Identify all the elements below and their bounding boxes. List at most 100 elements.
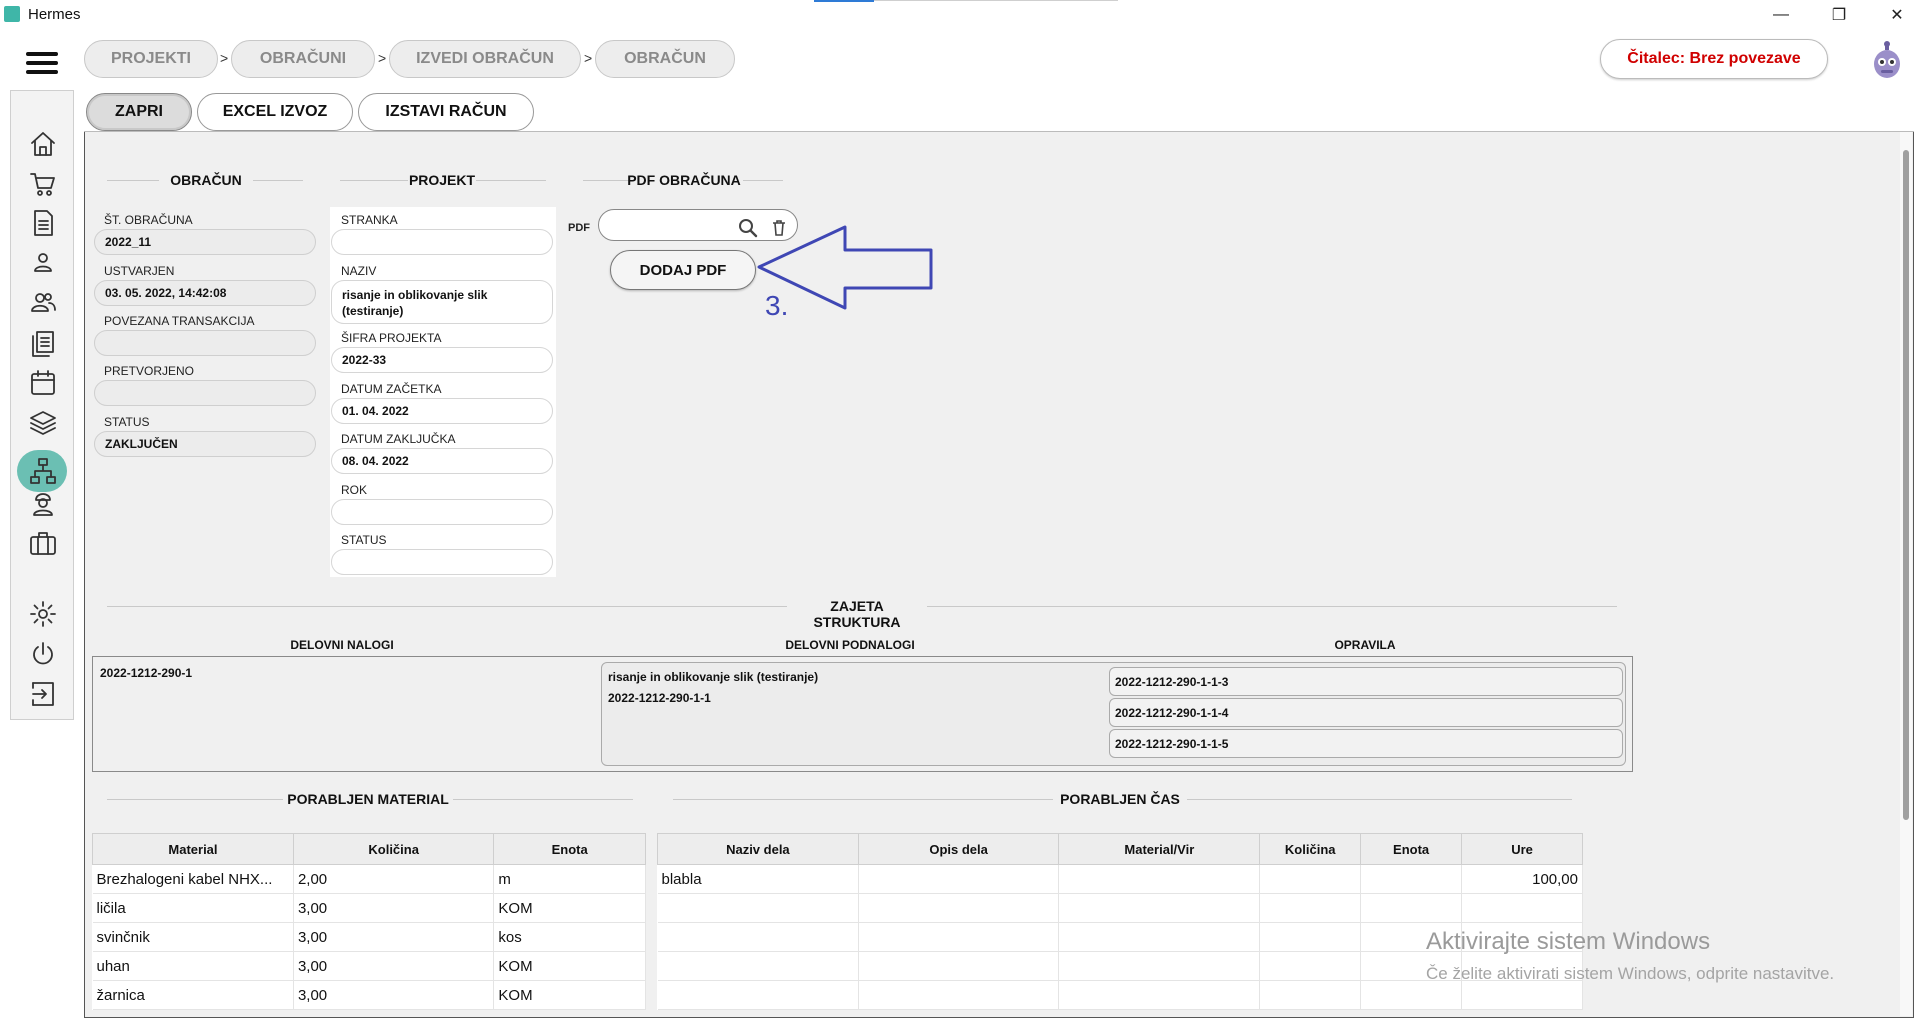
column-header-podnalogi: DELOVNI PODNALOGI [785,638,915,652]
section-divider [107,799,283,800]
users-icon[interactable] [28,288,58,318]
projekt-section-title: PROJEKT [408,172,476,188]
client-field[interactable] [331,229,553,255]
user-icon[interactable] [28,248,58,278]
sub-order-id: 2022-1212-290-1-1 [608,691,711,705]
reader-status-button[interactable]: Čitalec: Brez povezave [1600,39,1828,79]
project-status-field[interactable] [331,549,553,575]
table-row[interactable]: žarnica 3,00 KOM [92,980,646,1010]
issue-invoice-button[interactable]: IZSTAVI RAČUN [358,93,534,131]
end-date-field[interactable]: 08. 04. 2022 [331,448,553,474]
breadcrumb-separator: > [220,50,229,66]
column-header[interactable]: Enota [493,833,646,865]
gear-icon[interactable] [28,599,58,629]
table-cell: blabla [657,864,859,894]
sidebar [10,90,74,720]
table-cell: m [493,864,646,894]
column-header[interactable]: Enota [1360,833,1463,865]
table-cell [657,951,859,981]
annotation-step-label: 3. [765,290,789,321]
document-icon[interactable] [28,208,58,238]
table-cell: 3,00 [293,922,495,952]
calendar-icon[interactable] [28,368,58,398]
add-pdf-button[interactable]: DODAJ PDF [610,250,756,290]
table-cell: ličila [92,893,294,923]
deadline-field[interactable] [331,499,553,525]
status-field[interactable]: ZAKLJUČEN [94,431,316,457]
excel-export-button[interactable]: EXCEL IZVOZ [197,93,353,131]
breadcrumb-obracun[interactable]: OBRAČUN [595,40,735,78]
minimize-button[interactable]: — [1758,0,1804,30]
table-cell: 100,00 [1461,864,1583,894]
section-divider [476,180,546,181]
column-header[interactable]: Opis dela [857,833,1060,865]
activation-watermark-title: Aktivirajte sistem Windows [1426,928,1711,955]
table-cell [1259,951,1362,981]
briefcase-icon[interactable] [28,528,58,558]
table-cell [1058,893,1261,923]
section-divider [107,180,159,181]
table-row[interactable]: Brezhalogeni kabel NHX... 2,00 m [92,864,646,894]
project-name-field[interactable]: risanje in oblikovanje slik (testiranje) [331,280,553,324]
invoice-number-field[interactable]: 2022_11 [94,229,316,255]
field-label: DATUM ZAČETKA [341,382,442,396]
table-cell: 3,00 [293,951,495,981]
table-row[interactable]: svinčnik 3,00 kos [92,922,646,952]
field-label: NAZIV [341,264,377,278]
task-item[interactable]: 2022-1212-290-1-1-5 [1109,729,1623,758]
project-code-field[interactable]: 2022-33 [331,347,553,373]
task-item[interactable]: 2022-1212-290-1-1-4 [1109,698,1623,727]
converted-field[interactable] [94,380,316,406]
power-icon[interactable] [28,639,58,669]
section-divider [673,799,1053,800]
task-item[interactable]: 2022-1212-290-1-1-3 [1109,667,1623,696]
table-cell [1259,922,1362,952]
linked-transaction-field[interactable] [94,330,316,356]
documents-icon[interactable] [28,328,58,358]
column-header[interactable]: Količina [1259,833,1362,865]
created-field[interactable]: 03. 05. 2022, 14:42:08 [94,280,316,306]
column-header[interactable]: Material [92,833,294,865]
worker-icon[interactable] [28,488,58,518]
home-icon[interactable] [28,129,58,159]
robot-avatar-icon[interactable] [1870,40,1904,80]
layers-icon[interactable] [28,408,58,438]
column-header-nalogi: DELOVNI NALOGI [290,638,394,652]
menu-icon[interactable] [26,52,58,76]
section-divider [340,180,408,181]
table-cell [1259,980,1362,1010]
table-cell: KOM [493,951,646,981]
table-header-row: Material Količina Enota [92,833,646,865]
table-row[interactable] [657,980,1583,1010]
structure-section-title: ZAJETA STRUKTURA [813,598,901,630]
close-button[interactable]: ZAPRI [86,93,192,131]
start-date-field[interactable]: 01. 04. 2022 [331,398,553,424]
title-bar [0,0,1920,30]
exit-icon[interactable] [28,679,58,709]
column-header[interactable]: Ure [1461,833,1583,865]
scrollbar-thumb[interactable] [1903,150,1909,820]
table-row[interactable] [657,893,1583,923]
table-cell [657,980,859,1010]
maximize-button[interactable]: ❐ [1816,0,1862,30]
column-header[interactable]: Material/Vir [1058,833,1261,865]
table-cell: 3,00 [293,980,495,1010]
table-cell [1461,893,1583,923]
column-header[interactable]: Naziv dela [657,833,859,865]
table-row[interactable]: ličila 3,00 KOM [92,893,646,923]
breadcrumb-izvedi-obracun[interactable]: IZVEDI OBRAČUN [389,40,581,78]
breadcrumb-separator: > [378,50,387,66]
breadcrumb-projekti[interactable]: PROJEKTI [84,40,218,78]
close-window-button[interactable]: ✕ [1874,0,1920,30]
work-order-item[interactable]: 2022-1212-290-1 [100,666,192,680]
table-row[interactable]: uhan 3,00 KOM [92,951,646,981]
sitemap-icon[interactable] [28,456,58,486]
title-accent-line [814,0,874,2]
table-cell [858,980,1060,1010]
cart-icon[interactable] [28,169,58,199]
column-header[interactable]: Količina [292,833,495,865]
table-row[interactable]: blabla 100,00 [657,864,1583,894]
breadcrumb-obracuni[interactable]: OBRAČUNI [231,40,375,78]
table-cell: KOM [493,980,646,1010]
sub-order-name: risanje in oblikovanje slik (testiranje) [608,670,819,684]
